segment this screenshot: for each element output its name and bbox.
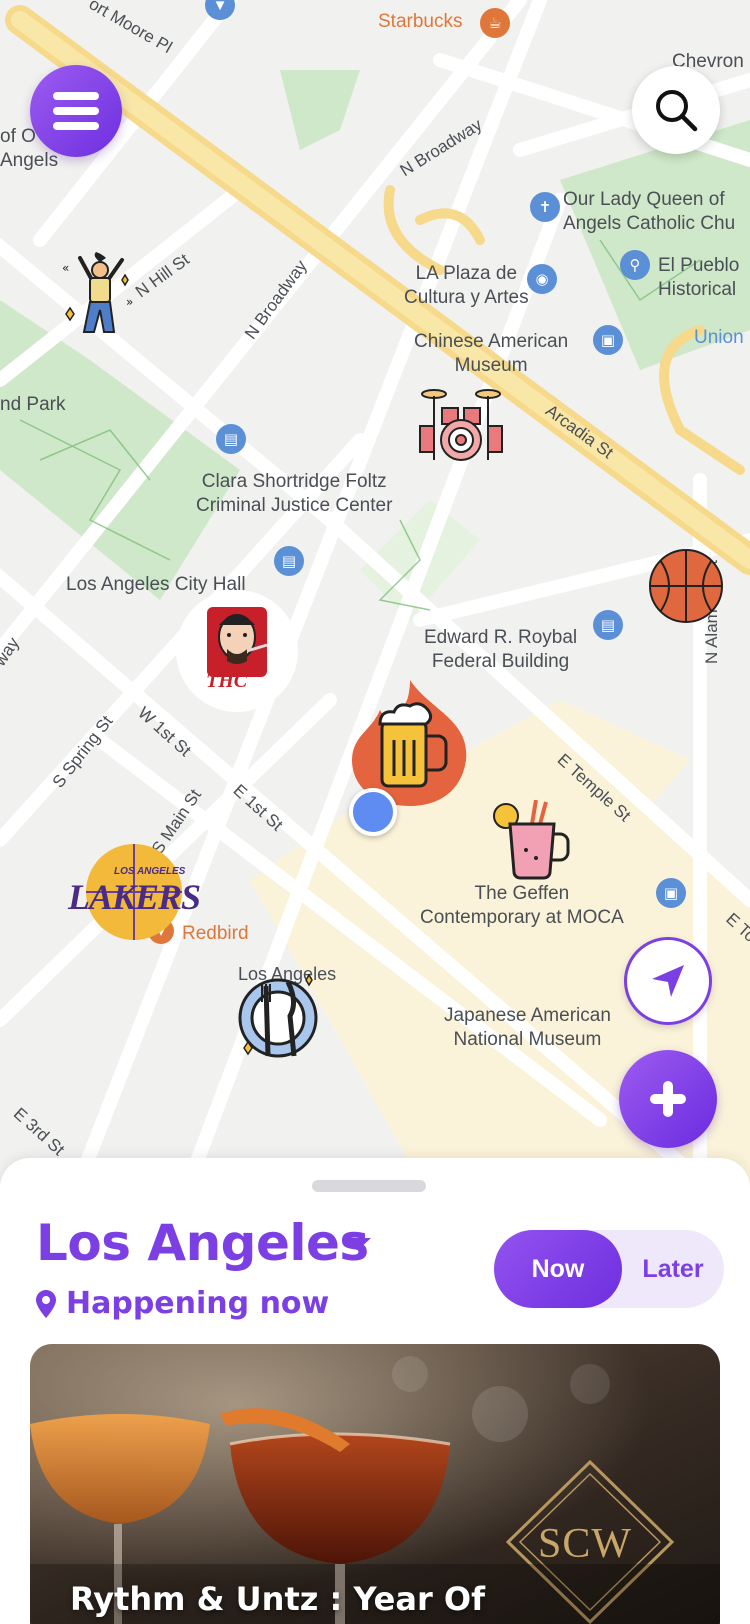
thc-event-pin-icon[interactable]: THC <box>176 590 298 712</box>
museum-poi-icon: ▣ <box>656 878 686 908</box>
location-pin-icon <box>36 1289 56 1318</box>
basketball-event-pin-icon[interactable] <box>648 548 724 624</box>
city-hall-poi-icon: ▤ <box>274 546 304 576</box>
city-selector-title[interactable]: Los Angeles <box>36 1214 369 1272</box>
event-logo-text: SCW <box>538 1521 633 1567</box>
hamburger-menu-icon <box>53 92 99 130</box>
bottom-sheet[interactable]: Los Angeles Happening now Now Later SCW … <box>0 1158 750 1624</box>
happening-now-label: Happening now <box>66 1286 330 1321</box>
place-label: Starbucks <box>378 11 463 32</box>
event-card[interactable]: SCW Rythm & Untz : Year Of <box>30 1344 720 1624</box>
svg-text:»: » <box>126 295 133 309</box>
place-label: El Pueblo Historical <box>658 255 740 300</box>
dancer-event-pin-icon[interactable]: « » <box>56 252 142 344</box>
lakers-pin-text: LAKERS <box>68 877 201 917</box>
place-label: nd Park <box>0 394 66 415</box>
dining-event-pin-icon[interactable] <box>236 972 322 1062</box>
place-label: Our Lady Queen of Angels Catholic Chu <box>563 189 736 234</box>
federal-building-poi-icon: ▤ <box>593 610 623 640</box>
add-event-button[interactable] <box>619 1050 717 1148</box>
thc-pin-label: THC <box>206 670 248 692</box>
chevron-down-icon[interactable] <box>345 1238 371 1250</box>
church-poi-icon: ✝ <box>530 192 560 222</box>
time-toggle[interactable]: Now Later <box>494 1230 724 1308</box>
coffee-poi-icon: ☕ <box>480 8 510 38</box>
navigation-arrow-icon <box>652 965 684 997</box>
event-title[interactable]: Rythm & Untz : Year Of <box>70 1580 485 1618</box>
building-poi-icon: ▤ <box>216 424 246 454</box>
place-label: Japanese American National Museum <box>444 1005 611 1050</box>
sheet-drag-handle[interactable] <box>312 1180 426 1192</box>
place-label: Clara Shortridge Foltz Criminal Justice … <box>196 471 393 516</box>
menu-button[interactable] <box>30 65 122 157</box>
toggle-now-option[interactable]: Now <box>494 1230 622 1308</box>
user-location-dot <box>349 788 397 836</box>
search-button[interactable] <box>632 66 720 154</box>
museum-poi-icon: ◉ <box>527 264 557 294</box>
cocktail-event-pin-icon[interactable] <box>492 800 570 880</box>
plus-icon <box>650 1081 686 1117</box>
place-label: Edward R. Roybal Federal Building <box>424 627 578 672</box>
status-row: Happening now <box>36 1286 329 1321</box>
place-label: LA Plaza de Cultura y Artes <box>404 263 529 308</box>
landmark-poi-icon: ⚲ <box>620 250 650 280</box>
svg-text:«: « <box>62 261 69 275</box>
lakers-event-pin-icon[interactable]: LOS ANGELES LAKERS <box>62 842 206 942</box>
place-label: Union <box>694 327 744 348</box>
search-icon <box>656 90 698 132</box>
locate-me-button[interactable] <box>624 937 712 1025</box>
museum-poi-icon: ▣ <box>593 325 623 355</box>
toggle-later-option[interactable]: Later <box>622 1230 724 1308</box>
place-label: Chinese American Museum <box>414 331 569 376</box>
drum-kit-event-pin-icon[interactable] <box>418 386 504 468</box>
place-label: The Geffen Contemporary at MOCA <box>420 883 624 928</box>
